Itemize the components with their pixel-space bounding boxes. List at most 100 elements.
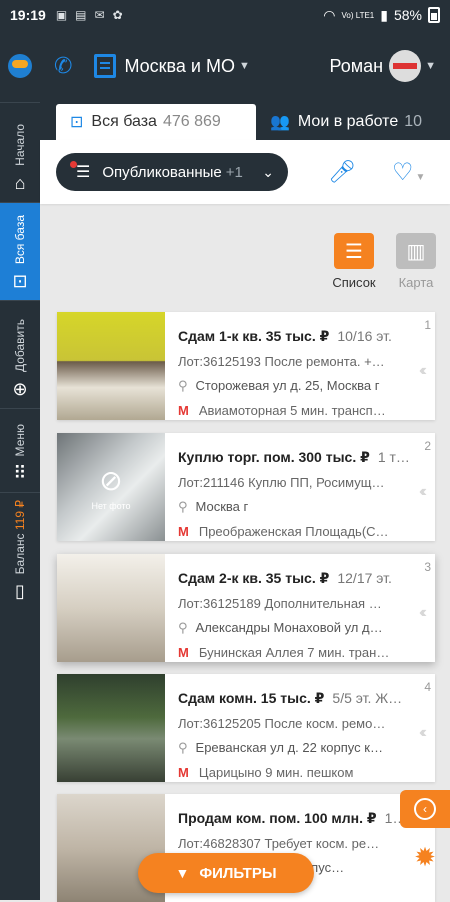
collapse-panel-button[interactable]: ‹	[400, 790, 450, 828]
listing-number: 4	[424, 680, 431, 694]
list-view-label: Список	[332, 275, 376, 290]
microphone-icon[interactable]: 🎤︎	[328, 159, 356, 185]
image-icon: ▣	[55, 8, 68, 22]
metro-icon: M	[178, 645, 189, 660]
listing-floor: 12/17 эт.	[337, 570, 392, 586]
map-view-label: Карта	[398, 275, 434, 290]
grid-icon: ⠿	[13, 463, 27, 483]
tab-label: Мои в работе	[297, 113, 399, 130]
logo-icon	[8, 54, 32, 78]
sidebar-item-home[interactable]: Начало ⌂	[0, 102, 40, 202]
region-selector[interactable]: Москва и МО ▼	[124, 56, 249, 77]
listing-card[interactable]: Сдам комн. 15 тыс. ₽ 5/5 эт. Ж… Лот:36125…	[57, 674, 435, 782]
map-icon: ▥	[396, 233, 436, 269]
favorites-search-icon[interactable]: ♡ ▼	[392, 158, 425, 187]
listing-floor: 10/16 эт.	[337, 328, 392, 344]
sidebar-item-label: Баланс	[13, 533, 27, 574]
battery-percent: 58%	[393, 7, 422, 23]
sidebar-item-label: Вся база	[13, 214, 27, 264]
app-logo[interactable]	[0, 30, 40, 102]
search-db-icon: ⊡	[70, 114, 84, 131]
listing-metro: Царицыно 9 мин. пешком	[198, 765, 354, 780]
mail-icon: ✉	[94, 8, 105, 22]
tab-my-work[interactable]: 👥 Мои в работе 10	[256, 104, 436, 140]
phone-icon[interactable]: ✆	[54, 53, 72, 79]
filter-active-dot	[70, 161, 77, 168]
search-db-icon: ⊡	[12, 271, 28, 291]
sidebar-item-label: Добавить	[13, 318, 27, 372]
tab-count: 476 869	[162, 113, 221, 130]
listing-address: Москва г	[195, 499, 249, 514]
no-photo-label: Нет фото	[91, 500, 131, 511]
listing-photo: ⊘ Нет фото	[57, 433, 165, 541]
listing-metro: Преображенская Площадь(С…	[198, 524, 389, 539]
list-view-button[interactable]: ☰ Список	[332, 233, 376, 290]
avatar	[389, 50, 422, 82]
chevron-down-icon: ▼	[238, 60, 250, 72]
listing-lot: Лот:36125189 Дополнительная …	[178, 596, 382, 611]
listing-card[interactable]: Сдам 2-к кв. 35 тыс. ₽ 12/17 эт. Лот:3612…	[57, 554, 435, 662]
listing-photo	[57, 312, 165, 420]
listing-floor: 5/5 эт. Ж…	[332, 690, 403, 706]
swipe-arrows-icon: ‹‹‹	[419, 604, 427, 621]
listing-title: Продам ком. пом. 100 млн. ₽	[178, 810, 377, 826]
battery-icon	[428, 7, 440, 23]
gallery-icon: ▤	[75, 8, 87, 22]
swipe-arrows-icon: ‹‹‹	[419, 362, 427, 379]
status-filter-dropdown[interactable]: ☰ Опубликованные +1 ⌄	[56, 153, 288, 191]
listing-address: Александры Монаховой ул д…	[195, 620, 383, 635]
filter-funnel-icon: ▼	[175, 865, 190, 881]
listing-title: Куплю торг. пом. 300 тыс. ₽	[178, 449, 370, 465]
chevron-down-icon: ⌄	[262, 163, 274, 180]
chevron-left-icon: ‹	[414, 798, 436, 820]
swipe-arrows-icon: ‹‹‹	[419, 483, 427, 500]
user-menu[interactable]: Роман ▼	[330, 50, 436, 82]
status-time: 19:19	[10, 7, 46, 23]
listing-number: 1	[424, 318, 431, 332]
listing-title: Сдам комн. 15 тыс. ₽	[178, 690, 325, 706]
listing-lot: Лот:211146 Куплю ПП, Росимущ…	[178, 475, 385, 490]
listing-lot: Лот:36125205 После косм. ремо…	[178, 716, 386, 731]
listing-address: Ереванская ул д. 22 корпус к…	[195, 740, 383, 755]
location-pin-icon: ⚲	[178, 499, 188, 514]
tab-count: 10	[404, 113, 423, 130]
no-photo-icon: ⊘	[99, 464, 123, 496]
region-icon	[94, 54, 117, 78]
home-icon: ⌂	[14, 173, 26, 193]
bug-icon: ✿	[112, 8, 123, 22]
listing-photo	[57, 674, 165, 782]
add-icon: ⊕	[12, 379, 28, 399]
listing-address: Сторожевая ул д. 25, Москва г	[195, 378, 380, 393]
filter-extra: +1	[225, 163, 243, 181]
listing-lot: Лот:36125193 После ремонта. +…	[178, 354, 385, 369]
listing-lot: Лот:46828307 Требует косм. ре…	[178, 836, 380, 851]
filters-button[interactable]: ▼ ФИЛЬТРЫ	[138, 853, 314, 893]
listing-floor: 1 т…	[377, 449, 410, 465]
location-pin-icon: ⚲	[178, 378, 188, 393]
metro-icon: M	[178, 765, 189, 780]
metro-icon: M	[178, 524, 189, 539]
sidebar-item-add[interactable]: Добавить ⊕	[0, 300, 40, 408]
listing-number: 3	[424, 560, 431, 574]
tab-all-base[interactable]: ⊡ Вся база 476 869	[56, 104, 256, 140]
listing-metro: Бунинская Аллея 7 мин. тран…	[198, 645, 390, 660]
listing-card[interactable]: Сдам 1-к кв. 35 тыс. ₽ 10/16 эт. Лот:3612…	[57, 312, 435, 420]
tabs: ⊡ Вся база 476 869 👥 Мои в работе 10	[40, 102, 450, 140]
sidebar-item-all-base[interactable]: Вся база ⊡	[0, 202, 40, 300]
filters-button-label: ФИЛЬТРЫ	[199, 864, 277, 882]
sliders-icon: ☰	[76, 164, 91, 181]
signal-icon: ▮	[380, 6, 388, 23]
bug-report-icon[interactable]: ✹	[408, 840, 442, 874]
sidebar-item-menu[interactable]: Меню ⠿	[0, 408, 40, 492]
network-label: Vo) LTE1	[341, 10, 375, 20]
wallet-icon: ▯	[15, 581, 25, 601]
status-bar: 19:19 ▣ ▤ ✉ ✿ ◠ Vo) LTE1 ▮ 58%	[0, 0, 450, 30]
sidebar-item-balance[interactable]: Баланс 119 ₽ ▯	[0, 492, 40, 610]
listing-card[interactable]: ⊘ Нет фото Куплю торг. пом. 300 тыс. ₽ 1 …	[57, 433, 435, 541]
user-name: Роман	[329, 55, 384, 76]
map-view-button[interactable]: ▥ Карта	[394, 233, 438, 290]
header: ✆ Москва и МО ▼ Роман ▼	[40, 30, 450, 102]
listing-metro: Авиамоторная 5 мин. трансп…	[198, 403, 386, 418]
listing-title: Сдам 1-к кв. 35 тыс. ₽	[178, 328, 330, 344]
metro-icon: M	[178, 403, 189, 418]
